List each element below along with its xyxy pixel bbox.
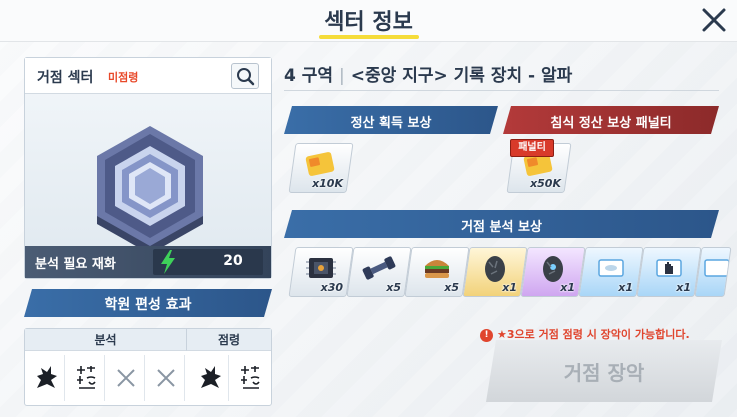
title-underline xyxy=(319,35,419,39)
academy-slots: 분석 점령 xyxy=(24,328,272,406)
item-count: x10K xyxy=(312,177,343,190)
occupy-warning: ! ★3으로 거점 점령 시 장악이 가능합니다. xyxy=(480,326,725,342)
empty-slot-icon xyxy=(157,369,175,387)
zone-number: 4 구역 xyxy=(284,66,334,86)
empty-slot-icon xyxy=(117,369,135,387)
warning-icon: ! xyxy=(480,328,493,342)
stone-egg-purple-icon xyxy=(543,256,563,282)
academy-slot[interactable] xyxy=(27,355,65,401)
occupy-button[interactable]: 거점 장악 xyxy=(486,340,722,402)
cost-bar: 분석 필요 재화 20 xyxy=(25,246,271,278)
close-button[interactable] xyxy=(696,2,732,38)
credit-card-icon xyxy=(305,152,335,176)
zone-name: <중앙 지구> 기록 장치 - 알파 xyxy=(350,66,573,86)
item-count: x1 xyxy=(502,281,517,294)
cost-label: 분석 필요 재화 xyxy=(35,257,116,272)
settle-reward-title: 정산 획득 보상 xyxy=(350,116,432,131)
search-button[interactable] xyxy=(231,63,259,89)
item-count: x1 xyxy=(676,281,691,294)
item-count: x50K xyxy=(530,177,561,190)
divider xyxy=(284,90,719,91)
occupy-header: 점령 xyxy=(187,329,271,351)
circuit-board-icon xyxy=(306,258,336,278)
penalty-reward-bar: 침식 정산 보상 패널티 xyxy=(503,106,719,134)
crow-emblem-icon xyxy=(201,366,221,388)
academy-slot-empty[interactable] xyxy=(107,355,145,401)
crow-emblem-icon xyxy=(37,366,57,388)
item-count: x1 xyxy=(560,281,575,294)
dumbbell-part-icon xyxy=(362,256,396,280)
settle-reward-bar: 정산 획득 보상 xyxy=(284,106,498,134)
academy-slot-empty[interactable] xyxy=(147,355,185,401)
reward-item[interactable]: x30 xyxy=(288,247,354,297)
analysis-header: 분석 xyxy=(25,329,187,351)
reward-item[interactable]: x5 xyxy=(404,247,470,297)
page-title: 섹터 정보 xyxy=(324,10,413,35)
cost-value: 20 xyxy=(223,253,243,269)
shanhaijing-emblem-icon xyxy=(241,366,260,389)
item-count: x5 xyxy=(444,281,459,294)
reward-item[interactable]: x1 xyxy=(520,247,586,297)
analysis-reward-title: 거점 분석 보상 xyxy=(461,220,542,235)
burger-icon xyxy=(425,260,449,278)
base-card-header: 거점 섹터 미점령 xyxy=(25,58,271,94)
stone-egg-icon xyxy=(485,256,505,282)
penalty-badge: 패널티 xyxy=(510,139,554,157)
header-bar: 섹터 정보 xyxy=(0,0,737,42)
reward-item[interactable]: x10K xyxy=(288,143,354,193)
base-card: 거점 섹터 미점령 분석 필요 재화 20 xyxy=(24,57,272,279)
reward-item[interactable]: x1 xyxy=(578,247,644,297)
academy-effect-title: 학원 편성 효과 xyxy=(104,297,192,313)
item-count: x5 xyxy=(386,281,401,294)
warning-text: ★3으로 거점 점령 시 장악이 가능합니다. xyxy=(497,328,690,341)
academy-slot[interactable] xyxy=(191,355,229,401)
penalty-reward-title: 침식 정산 보상 패널티 xyxy=(550,116,672,131)
reward-item[interactable]: x1 xyxy=(636,247,702,297)
cost-box: 20 xyxy=(153,249,263,275)
blue-ticket-icon xyxy=(704,259,730,277)
occupy-button-label: 거점 장악 xyxy=(563,361,645,385)
sector-hex-icon xyxy=(97,126,203,254)
energy-bolt-icon xyxy=(161,250,175,274)
base-status: 미점령 xyxy=(108,71,139,84)
item-count: x1 xyxy=(618,281,633,294)
close-icon xyxy=(702,8,726,32)
base-label: 거점 섹터 xyxy=(37,70,94,86)
shanhaijing-emblem-icon xyxy=(77,366,96,389)
item-count: x30 xyxy=(320,281,343,294)
title-separator: | xyxy=(339,66,345,86)
reward-item[interactable]: x5 xyxy=(346,247,412,297)
zone-title: 4 구역 | <중앙 지구> 기록 장치 - 알파 xyxy=(284,61,572,86)
academy-effect-bar: 학원 편성 효과 xyxy=(24,289,272,317)
analysis-reward-bar: 거점 분석 보상 xyxy=(284,210,719,238)
reward-item[interactable]: x1 xyxy=(462,247,528,297)
academy-slot[interactable] xyxy=(231,355,269,401)
blue-ticket-glove-icon xyxy=(656,259,682,277)
search-icon xyxy=(237,68,255,86)
blue-ticket-icon xyxy=(598,259,624,277)
academy-slot[interactable] xyxy=(67,355,105,401)
